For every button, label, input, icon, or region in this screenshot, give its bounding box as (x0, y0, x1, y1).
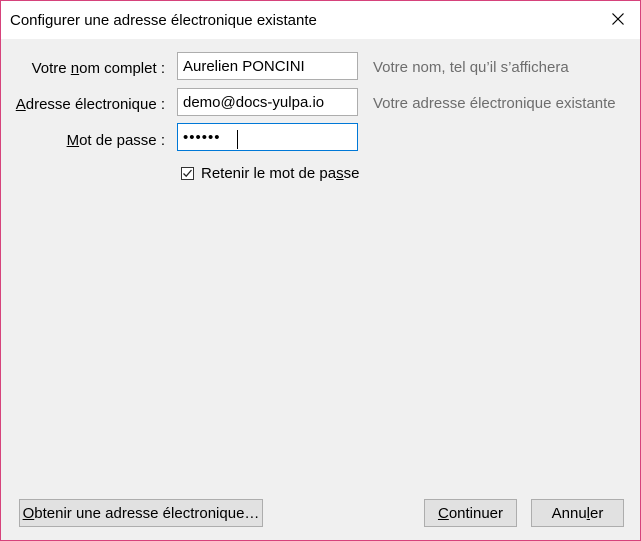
get-address-button[interactable]: Obtenir une adresse électronique… (19, 499, 263, 527)
remember-password-checkbox[interactable]: Retenir le mot de passe (181, 164, 359, 182)
email-hint: Votre adresse électronique existante (373, 95, 616, 112)
email-input[interactable] (177, 88, 358, 116)
password-label: Mot de passe : (66, 132, 165, 149)
close-button[interactable] (596, 1, 640, 37)
cancel-button[interactable]: Annuler (531, 499, 624, 527)
checkbox-box[interactable] (181, 166, 194, 180)
dialog-window: Configurer une adresse électronique exis… (0, 0, 641, 541)
continue-button[interactable]: Continuer (424, 499, 517, 527)
text-caret (237, 130, 238, 149)
title-bar: Configurer une adresse électronique exis… (1, 1, 640, 39)
close-icon (612, 13, 624, 25)
dialog-title: Configurer une adresse électronique exis… (10, 12, 317, 29)
email-label: Adresse électronique : (15, 96, 165, 113)
name-label: Votre nom complet : (31, 60, 165, 77)
remember-password-label: Retenir le mot de passe (201, 164, 360, 182)
full-name-input[interactable] (177, 52, 358, 80)
name-hint: Votre nom, tel qu’il s’affichera (373, 59, 569, 76)
password-input[interactable] (177, 123, 358, 151)
checkmark-icon (183, 169, 192, 177)
